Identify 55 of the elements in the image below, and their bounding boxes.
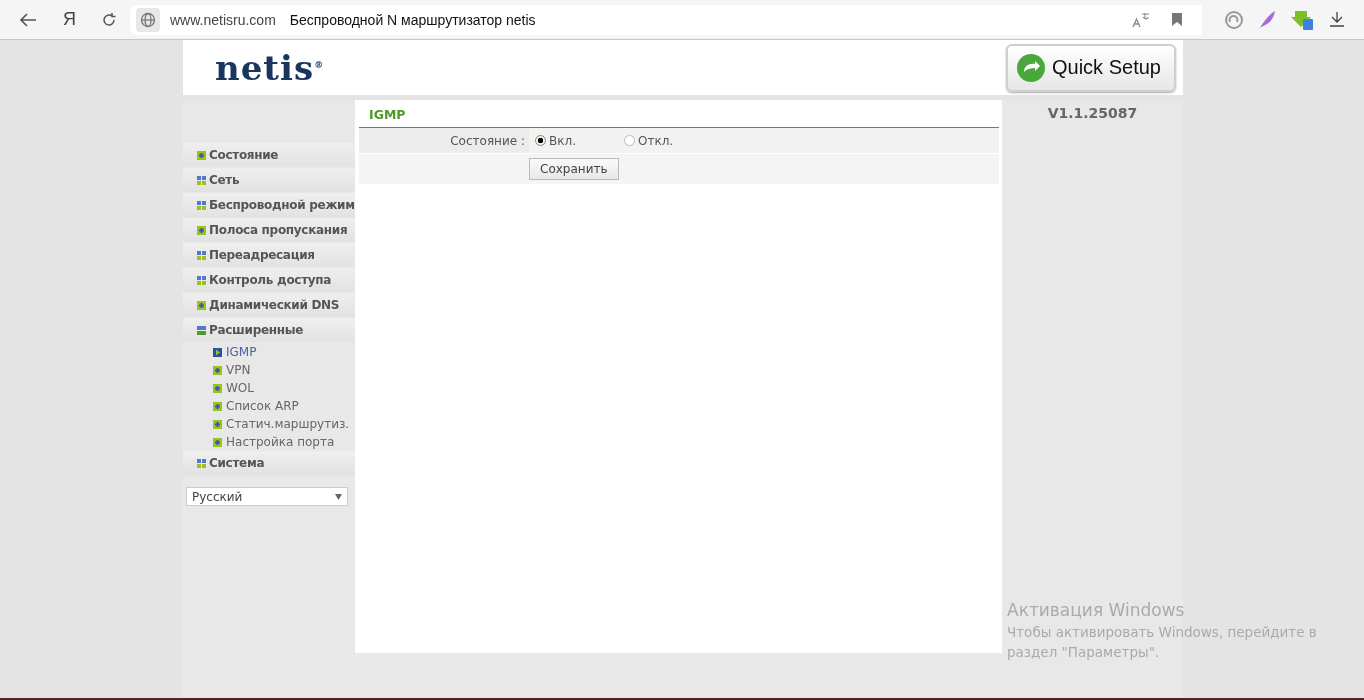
address-url[interactable]: www.netisru.com <box>170 11 276 28</box>
menu-item[interactable]: Контроль доступа <box>183 268 355 292</box>
grid-icon <box>197 458 206 468</box>
submenu-item[interactable]: Статич.маршрутиз. <box>183 415 355 433</box>
menu-item[interactable]: Переадресация <box>183 243 355 267</box>
grid-icon <box>197 250 206 260</box>
menu-bullet-icon <box>213 437 222 447</box>
menu-bullet-icon <box>197 150 206 160</box>
translate-icon[interactable] <box>1132 11 1150 28</box>
menu-bullet-icon <box>213 383 222 393</box>
radio-button[interactable] <box>535 135 546 146</box>
submenu-item[interactable]: WOL <box>183 379 355 397</box>
field-label: Состояние : <box>449 133 526 148</box>
menu-bullet-icon <box>213 401 222 411</box>
download-badge-icon[interactable] <box>1290 8 1314 31</box>
menu-item[interactable]: Динамический DNS <box>183 293 355 317</box>
reload-icon[interactable] <box>102 12 116 27</box>
menu-bullet-icon <box>197 225 206 235</box>
submenu-item[interactable]: Список ARP <box>183 397 355 415</box>
back-icon[interactable] <box>19 12 37 27</box>
menu-bullet-icon <box>213 419 222 429</box>
radio-button[interactable] <box>624 135 635 146</box>
menu-item[interactable]: Беспроводной режим <box>183 193 355 217</box>
menu-item[interactable]: Полоса пропускания <box>183 218 355 242</box>
arrow-bullet-icon <box>213 347 222 357</box>
grid-icon <box>197 200 206 210</box>
submenu-item[interactable]: IGMP <box>183 343 355 361</box>
activation-title: Активация Windows <box>1007 600 1186 620</box>
activation-message: Чтобы активировать Windows, перейдите в раздел "Параметры". <box>1007 623 1318 662</box>
submenu-item[interactable]: Настройка порта <box>183 433 355 451</box>
quick-setup-button[interactable]: Quick Setup <box>1006 43 1176 92</box>
spiral-icon[interactable] <box>1224 9 1244 30</box>
menu-item[interactable]: Состояние <box>183 143 355 167</box>
expanded-icon <box>197 325 206 335</box>
bookmark-icon[interactable] <box>1172 13 1182 26</box>
submenu-item[interactable]: VPN <box>183 361 355 379</box>
radio-option[interactable]: Вкл. <box>535 133 624 148</box>
radio-option[interactable]: Откл. <box>624 133 713 148</box>
firmware-version: V1.1.25087 <box>1046 104 1139 120</box>
menu-bullet-icon <box>213 365 222 375</box>
language-select[interactable]: Русский <box>186 487 348 506</box>
menu-item[interactable]: Сеть <box>183 168 355 192</box>
menu-item[interactable]: Расширенные <box>183 318 355 342</box>
menu-item[interactable]: Система <box>183 451 355 475</box>
download-icon[interactable] <box>1330 12 1344 27</box>
page-title: Беспроводной N маршрутизатор netis <box>289 11 536 28</box>
feather-icon[interactable] <box>1258 9 1276 30</box>
yandex-button[interactable]: Я <box>63 9 76 30</box>
grid-icon <box>197 275 206 285</box>
save-button[interactable]: Сохранить <box>529 158 619 180</box>
globe-icon[interactable] <box>136 7 160 32</box>
menu-bullet-icon <box>197 300 206 310</box>
netis-logo: netis$^{®}$ <box>215 47 325 88</box>
dropdown-arrow-icon <box>335 493 342 500</box>
grid-icon <box>197 175 206 185</box>
